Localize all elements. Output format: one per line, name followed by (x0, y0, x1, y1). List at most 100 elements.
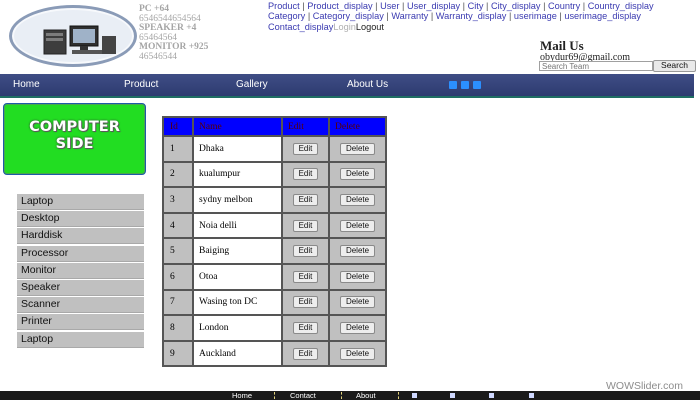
row-id: 6 (162, 262, 194, 291)
chat-icon[interactable] (529, 393, 534, 398)
footer-link-home[interactable]: Home (232, 391, 252, 400)
spec-line: 46546544 (139, 51, 177, 62)
row-id: 4 (162, 211, 194, 240)
row-id: 5 (162, 237, 194, 265)
edit-button[interactable]: Edit (292, 219, 319, 232)
nav-link-userimage-display[interactable]: userimage_display (564, 11, 641, 21)
row-id: 8 (162, 314, 194, 342)
nav-link-user-display[interactable]: User_display (407, 1, 460, 11)
table-row: 2 kualumpur Edit Delete (162, 160, 387, 189)
row-name: London (192, 314, 283, 342)
delete-button[interactable]: Delete (339, 270, 376, 283)
sidebar-item-laptop-2[interactable]: Laptop (17, 331, 144, 348)
table-row: 4 Noia delli Edit Delete (162, 211, 387, 240)
delete-button[interactable]: Delete (339, 193, 376, 206)
sidebar-item-printer[interactable]: Printer (17, 314, 144, 331)
edit-button[interactable]: Edit (292, 168, 319, 181)
search-button[interactable]: Search (653, 60, 696, 72)
header-name: Name (192, 116, 283, 137)
nav-link-contact-display[interactable]: Contact_display (268, 22, 333, 32)
mainnav-about-us[interactable]: About Us (347, 79, 388, 90)
brand-line-1: COMPUTER (29, 119, 120, 135)
nav-link-warranty[interactable]: Warranty (391, 11, 428, 21)
nav-link-warranty-display[interactable]: Warranty_display (436, 11, 507, 21)
top-nav-links: Product | Product_display | User | User_… (268, 1, 654, 32)
header-edit: Edit (281, 116, 330, 137)
edit-button[interactable]: Edit (292, 270, 319, 283)
main-nav: Home Product Gallery About Us (0, 74, 694, 98)
edit-button[interactable]: Edit (292, 142, 319, 155)
logo[interactable] (9, 5, 137, 67)
row-id: 3 (162, 186, 194, 214)
mainnav-gallery[interactable]: Gallery (236, 79, 268, 90)
login-link[interactable]: Login (333, 22, 355, 32)
contact-specs: PC +64 6546544654564 SPEAKER +4 65464564… (139, 4, 249, 63)
header-delete: Delete (328, 116, 387, 137)
table-row: 9 Auckland Edit Delete (162, 339, 387, 368)
row-name: Wasing ton DC (192, 288, 283, 317)
delete-button[interactable]: Delete (339, 245, 376, 258)
edit-button[interactable]: Edit (292, 321, 319, 334)
table-header-row: Id Name Edit Delete (162, 116, 387, 137)
row-id: 2 (162, 160, 194, 189)
facebook-icon[interactable] (473, 81, 481, 89)
mainnav-product[interactable]: Product (124, 79, 158, 90)
category-sidebar: Laptop Desktop Harddisk Processor Monito… (17, 194, 144, 349)
brand-line-2: SIDE (55, 136, 94, 152)
table-row: 3 sydny melbon Edit Delete (162, 186, 387, 214)
sidebar-item-harddisk[interactable]: Harddisk (17, 228, 144, 245)
row-name: Auckland (192, 339, 283, 368)
brand-banner: COMPUTER SIDE (3, 103, 146, 175)
sidebar-item-desktop[interactable]: Desktop (17, 211, 144, 228)
row-id: 1 (162, 135, 194, 163)
row-name: kualumpur (192, 160, 283, 189)
computer-logo-icon (43, 25, 116, 55)
delete-button[interactable]: Delete (339, 219, 376, 232)
edit-button[interactable]: Edit (292, 296, 319, 309)
header: PC +64 6546544654564 SPEAKER +4 65464564… (0, 0, 700, 72)
delete-button[interactable]: Delete (339, 321, 376, 334)
edit-button[interactable]: Edit (292, 347, 319, 360)
sidebar-item-processor[interactable]: Processor (17, 245, 144, 262)
sidebar-item-laptop[interactable]: Laptop (17, 194, 144, 210)
nav-link-country[interactable]: Country (548, 1, 580, 11)
sidebar-item-scanner[interactable]: Scanner (17, 297, 144, 314)
footer-link-about[interactable]: About (356, 391, 376, 400)
delete-button[interactable]: Delete (339, 296, 376, 309)
row-name: Baiging (192, 237, 283, 265)
footer-divider (341, 392, 342, 399)
nav-link-city[interactable]: City (468, 1, 484, 11)
twitter-icon[interactable] (461, 81, 469, 89)
row-name: Otoa (192, 262, 283, 291)
header-id: Id (162, 116, 194, 137)
nav-link-category[interactable]: Category (268, 11, 305, 21)
row-name: Noia delli (192, 211, 283, 240)
city-table: Id Name Edit Delete 1 Dhaka Edit Delete … (162, 116, 387, 368)
nav-link-user[interactable]: User (380, 1, 399, 11)
row-name: Dhaka (192, 135, 283, 163)
delete-button[interactable]: Delete (339, 142, 376, 155)
facebook-icon[interactable] (412, 393, 417, 398)
nav-link-city-display[interactable]: City_display (491, 1, 541, 11)
twitter-icon[interactable] (450, 393, 455, 398)
edit-button[interactable]: Edit (292, 245, 319, 258)
sidebar-item-speaker[interactable]: Speaker (17, 279, 144, 296)
footer-divider (274, 392, 275, 399)
edit-button[interactable]: Edit (292, 193, 319, 206)
nav-link-country-display[interactable]: Country_display (588, 1, 654, 11)
table-row: 5 Baiging Edit Delete (162, 237, 387, 265)
nav-link-product-display[interactable]: Product_display (307, 1, 372, 11)
linkedin-icon[interactable] (449, 81, 457, 89)
logout-link[interactable]: Logout (356, 22, 384, 32)
googleplus-icon[interactable] (489, 393, 494, 398)
sidebar-item-monitor[interactable]: Monitor (17, 262, 144, 279)
delete-button[interactable]: Delete (339, 168, 376, 181)
nav-link-product[interactable]: Product (268, 1, 300, 11)
mainnav-home[interactable]: Home (13, 79, 40, 90)
delete-button[interactable]: Delete (339, 347, 376, 360)
table-row: 8 London Edit Delete (162, 314, 387, 342)
nav-link-userimage[interactable]: userimage (514, 11, 557, 21)
footer-link-contact[interactable]: Contact (290, 391, 316, 400)
search-input[interactable] (539, 61, 653, 71)
nav-link-category-display[interactable]: Category_display (313, 11, 384, 21)
